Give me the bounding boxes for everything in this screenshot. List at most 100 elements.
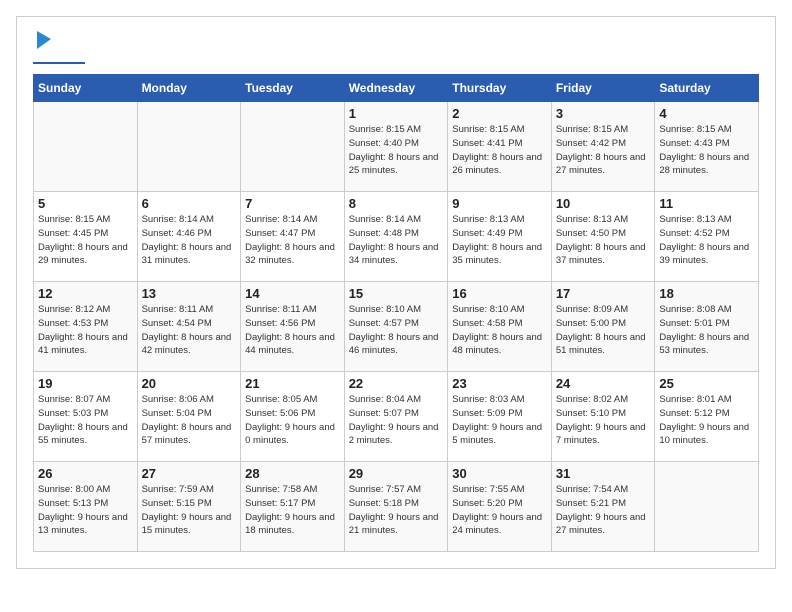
calendar-cell: 12Sunrise: 8:12 AM Sunset: 4:53 PM Dayli…	[34, 282, 138, 372]
header	[33, 29, 759, 64]
week-row-5: 26 Sunrise: 8:00 AM Sunset: 5:13 PM Dayli…	[34, 462, 759, 552]
day-info: Sunrise: 8:02 AM Sunset: 5:10 PM Dayligh…	[556, 393, 651, 448]
calendar-cell: 9 Sunrise: 8:13 AM Sunset: 4:49 PM Daylig…	[448, 192, 552, 282]
calendar-cell: 14Sunrise: 8:11 AM Sunset: 4:56 PM Dayli…	[241, 282, 345, 372]
day-info: Sunrise: 7:58 AM Sunset: 5:17 PM Dayligh…	[245, 483, 340, 538]
calendar-cell: 11 Sunrise: 8:13 AM Sunset: 4:52 PM Dayli…	[655, 192, 759, 282]
header-tuesday: Tuesday	[241, 75, 345, 102]
header-monday: Monday	[137, 75, 241, 102]
day-info: Sunrise: 7:55 AM Sunset: 5:20 PM Dayligh…	[452, 483, 547, 538]
header-row: SundayMondayTuesdayWednesdayThursdayFrid…	[34, 75, 759, 102]
day-number: 22	[349, 376, 444, 391]
day-info: Sunrise: 8:03 AM Sunset: 5:09 PM Dayligh…	[452, 393, 547, 448]
day-number: 7	[245, 196, 340, 211]
day-number: 10	[556, 196, 651, 211]
calendar-cell: 10Sunrise: 8:13 AM Sunset: 4:50 PM Dayli…	[551, 192, 655, 282]
day-info: Sunrise: 8:11 AM Sunset: 4:54 PM Dayligh…	[142, 303, 237, 358]
day-info: Sunrise: 8:15 AM Sunset: 4:40 PM Dayligh…	[349, 123, 444, 178]
day-info: Sunrise: 8:14 AM Sunset: 4:48 PM Dayligh…	[349, 213, 444, 268]
header-sunday: Sunday	[34, 75, 138, 102]
day-number: 5	[38, 196, 133, 211]
day-number: 14	[245, 286, 340, 301]
day-number: 19	[38, 376, 133, 391]
day-info: Sunrise: 8:13 AM Sunset: 4:49 PM Dayligh…	[452, 213, 547, 268]
day-info: Sunrise: 8:06 AM Sunset: 5:04 PM Dayligh…	[142, 393, 237, 448]
calendar-cell: 26 Sunrise: 8:00 AM Sunset: 5:13 PM Dayli…	[34, 462, 138, 552]
day-number: 1	[349, 106, 444, 121]
calendar-cell: 22 Sunrise: 8:04 AM Sunset: 5:07 PM Dayli…	[344, 372, 448, 462]
day-number: 13	[142, 286, 237, 301]
calendar-cell: 4 Sunrise: 8:15 AM Sunset: 4:43 PM Daylig…	[655, 102, 759, 192]
day-info: Sunrise: 8:05 AM Sunset: 5:06 PM Dayligh…	[245, 393, 340, 448]
calendar-cell: 30 Sunrise: 7:55 AM Sunset: 5:20 PM Dayli…	[448, 462, 552, 552]
day-info: Sunrise: 8:00 AM Sunset: 5:13 PM Dayligh…	[38, 483, 133, 538]
day-number: 17	[556, 286, 651, 301]
calendar-page: SundayMondayTuesdayWednesdayThursdayFrid…	[16, 16, 776, 569]
calendar-cell: 29Sunrise: 7:57 AM Sunset: 5:18 PM Dayli…	[344, 462, 448, 552]
day-number: 3	[556, 106, 651, 121]
logo-divider	[33, 62, 85, 64]
day-number: 15	[349, 286, 444, 301]
day-number: 31	[556, 466, 651, 481]
day-number: 2	[452, 106, 547, 121]
day-number: 30	[452, 466, 547, 481]
day-number: 24	[556, 376, 651, 391]
calendar-cell: 8 Sunrise: 8:14 AM Sunset: 4:48 PM Daylig…	[344, 192, 448, 282]
calendar-cell: 24 Sunrise: 8:02 AM Sunset: 5:10 PM Dayli…	[551, 372, 655, 462]
day-number: 8	[349, 196, 444, 211]
week-row-2: 5 Sunrise: 8:15 AM Sunset: 4:45 PM Daylig…	[34, 192, 759, 282]
day-info: Sunrise: 8:15 AM Sunset: 4:42 PM Dayligh…	[556, 123, 651, 178]
day-number: 26	[38, 466, 133, 481]
logo	[33, 29, 85, 64]
week-row-3: 12Sunrise: 8:12 AM Sunset: 4:53 PM Dayli…	[34, 282, 759, 372]
day-number: 29	[349, 466, 444, 481]
calendar-cell	[241, 102, 345, 192]
day-info: Sunrise: 8:13 AM Sunset: 4:52 PM Dayligh…	[659, 213, 754, 268]
calendar-cell: 19Sunrise: 8:07 AM Sunset: 5:03 PM Dayli…	[34, 372, 138, 462]
header-thursday: Thursday	[448, 75, 552, 102]
calendar-cell: 28 Sunrise: 7:58 AM Sunset: 5:17 PM Dayli…	[241, 462, 345, 552]
day-number: 18	[659, 286, 754, 301]
calendar-cell: 1 Sunrise: 8:15 AM Sunset: 4:40 PM Daylig…	[344, 102, 448, 192]
calendar-cell	[655, 462, 759, 552]
day-info: Sunrise: 8:15 AM Sunset: 4:45 PM Dayligh…	[38, 213, 133, 268]
calendar-cell: 31Sunrise: 7:54 AM Sunset: 5:21 PM Dayli…	[551, 462, 655, 552]
calendar-cell: 16Sunrise: 8:10 AM Sunset: 4:58 PM Dayli…	[448, 282, 552, 372]
day-number: 9	[452, 196, 547, 211]
day-info: Sunrise: 8:09 AM Sunset: 5:00 PM Dayligh…	[556, 303, 651, 358]
calendar-cell: 6 Sunrise: 8:14 AM Sunset: 4:46 PM Daylig…	[137, 192, 241, 282]
calendar-cell: 5 Sunrise: 8:15 AM Sunset: 4:45 PM Daylig…	[34, 192, 138, 282]
calendar-cell: 3 Sunrise: 8:15 AM Sunset: 4:42 PM Daylig…	[551, 102, 655, 192]
day-number: 23	[452, 376, 547, 391]
calendar-cell: 17 Sunrise: 8:09 AM Sunset: 5:00 PM Dayli…	[551, 282, 655, 372]
calendar-cell	[137, 102, 241, 192]
day-number: 16	[452, 286, 547, 301]
calendar-cell: 13 Sunrise: 8:11 AM Sunset: 4:54 PM Dayli…	[137, 282, 241, 372]
day-number: 20	[142, 376, 237, 391]
day-number: 25	[659, 376, 754, 391]
day-info: Sunrise: 8:15 AM Sunset: 4:43 PM Dayligh…	[659, 123, 754, 178]
day-number: 4	[659, 106, 754, 121]
day-number: 21	[245, 376, 340, 391]
calendar-cell: 21 Sunrise: 8:05 AM Sunset: 5:06 PM Dayli…	[241, 372, 345, 462]
day-info: Sunrise: 8:04 AM Sunset: 5:07 PM Dayligh…	[349, 393, 444, 448]
day-number: 28	[245, 466, 340, 481]
header-friday: Friday	[551, 75, 655, 102]
day-number: 6	[142, 196, 237, 211]
calendar-table: SundayMondayTuesdayWednesdayThursdayFrid…	[33, 74, 759, 552]
day-number: 12	[38, 286, 133, 301]
day-info: Sunrise: 8:10 AM Sunset: 4:57 PM Dayligh…	[349, 303, 444, 358]
calendar-cell: 15 Sunrise: 8:10 AM Sunset: 4:57 PM Dayli…	[344, 282, 448, 372]
calendar-cell	[34, 102, 138, 192]
calendar-cell: 20 Sunrise: 8:06 AM Sunset: 5:04 PM Dayli…	[137, 372, 241, 462]
calendar-cell: 18Sunrise: 8:08 AM Sunset: 5:01 PM Dayli…	[655, 282, 759, 372]
week-row-4: 19Sunrise: 8:07 AM Sunset: 5:03 PM Dayli…	[34, 372, 759, 462]
header-wednesday: Wednesday	[344, 75, 448, 102]
calendar-cell: 2Sunrise: 8:15 AM Sunset: 4:41 PM Daylig…	[448, 102, 552, 192]
day-number: 27	[142, 466, 237, 481]
day-number: 11	[659, 196, 754, 211]
calendar-cell: 7Sunrise: 8:14 AM Sunset: 4:47 PM Daylig…	[241, 192, 345, 282]
day-info: Sunrise: 8:14 AM Sunset: 4:46 PM Dayligh…	[142, 213, 237, 268]
calendar-cell: 25Sunrise: 8:01 AM Sunset: 5:12 PM Dayli…	[655, 372, 759, 462]
calendar-cell: 27Sunrise: 7:59 AM Sunset: 5:15 PM Dayli…	[137, 462, 241, 552]
